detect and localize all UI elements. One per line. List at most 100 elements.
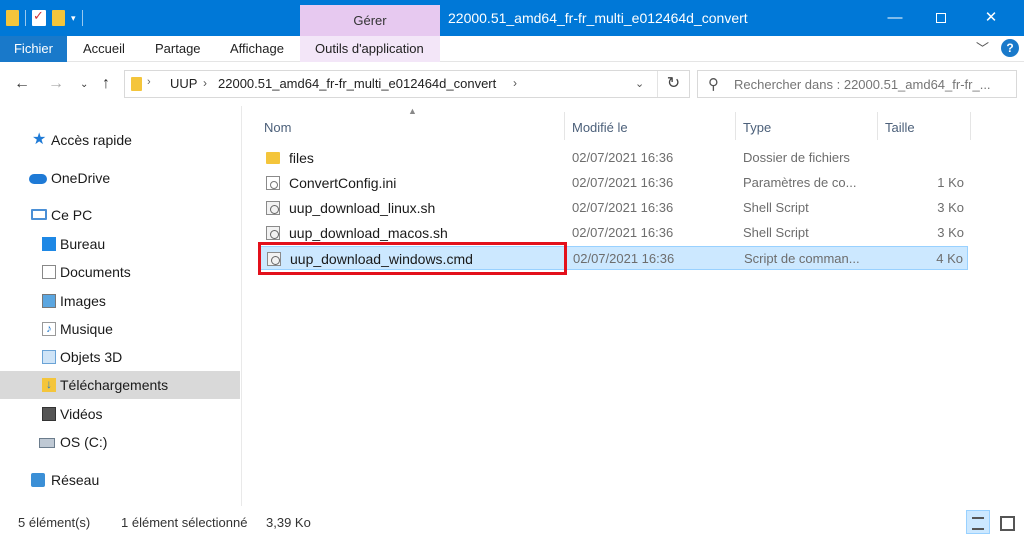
column-divider[interactable]	[877, 112, 878, 140]
column-divider[interactable]	[970, 112, 971, 140]
column-divider[interactable]	[564, 112, 565, 140]
sidebar-item-this-pc[interactable]: Ce PC	[0, 201, 240, 229]
videos-folder-icon	[42, 407, 56, 421]
expand-ribbon-chevron-icon[interactable]: ﹀	[976, 38, 989, 57]
navigation-bar: ← → ⌄ ↑ › UUP › 22000.51_amd64_fr-fr_mul…	[0, 62, 1024, 106]
properties-icon[interactable]	[32, 8, 46, 26]
forward-arrow-icon[interactable]: →	[48, 74, 64, 94]
sidebar-item-desktop[interactable]: Bureau	[0, 230, 240, 258]
sidebar-item-pictures[interactable]: Images	[0, 287, 240, 315]
tab-application-tools[interactable]: Outils d'application	[315, 36, 424, 62]
column-header-size[interactable]: Taille	[885, 116, 915, 140]
file-row[interactable]: ConvertConfig.ini 02/07/2021 16:36 Param…	[258, 171, 968, 195]
sidebar-item-label: Téléchargements	[60, 377, 169, 393]
column-header-type[interactable]: Type	[743, 116, 771, 140]
toolbar-separator	[81, 10, 83, 26]
back-arrow-icon[interactable]: ←	[14, 74, 30, 94]
column-header-name[interactable]: Nom	[264, 116, 291, 140]
sidebar-item-documents[interactable]: Documents	[0, 258, 240, 286]
address-history-chevron-down-icon[interactable]: ⌄	[635, 77, 644, 90]
3d-objects-folder-icon	[42, 350, 56, 364]
column-divider[interactable]	[735, 112, 736, 140]
tab-share[interactable]: Partage	[155, 36, 201, 62]
annotation-highlight-box	[258, 242, 567, 275]
file-date: 02/07/2021 16:36	[572, 150, 674, 165]
sidebar-item-label: Images	[60, 293, 106, 309]
file-date: 02/07/2021 16:36	[572, 225, 674, 240]
search-box[interactable]: ⚲	[697, 70, 1017, 98]
drive-icon	[39, 438, 55, 448]
sidebar-item-music[interactable]: ♪ Musique	[0, 315, 240, 343]
sidebar-item-os-drive[interactable]: OS (C:)	[0, 428, 240, 456]
status-selection: 1 élément sélectionné	[121, 515, 248, 530]
file-type: Paramètres de co...	[743, 175, 857, 190]
file-date: 02/07/2021 16:36	[573, 251, 675, 266]
file-row[interactable]: files 02/07/2021 16:36 Dossier de fichie…	[258, 146, 968, 170]
context-tab-manage[interactable]: Gérer	[300, 5, 440, 36]
sidebar-item-downloads[interactable]: ↓ Téléchargements	[0, 371, 240, 399]
sidebar-item-3d-objects[interactable]: Objets 3D	[0, 343, 240, 371]
recent-locations-chevron-icon[interactable]: ⌄	[80, 75, 88, 95]
sidebar-item-label: Documents	[60, 264, 131, 280]
file-name: uup_download_linux.sh	[289, 200, 436, 216]
breadcrumb-uup[interactable]: UUP	[170, 76, 197, 91]
new-folder-icon[interactable]	[52, 10, 65, 26]
chevron-right-icon[interactable]: ›	[203, 76, 207, 90]
file-row[interactable]: uup_download_linux.sh 02/07/2021 16:36 S…	[258, 196, 968, 220]
downloads-folder-icon: ↓	[42, 378, 56, 392]
title-bar: ▾ Gérer 22000.51_amd64_fr-fr_multi_e0124…	[0, 0, 1024, 36]
cloud-icon	[29, 174, 47, 184]
minimize-button[interactable]: —	[872, 0, 918, 36]
sidebar-item-label: Bureau	[60, 236, 106, 252]
script-file-icon	[266, 201, 280, 215]
up-arrow-icon[interactable]: ↑	[102, 74, 110, 94]
chevron-right-icon[interactable]: ›	[147, 76, 151, 88]
maximize-button[interactable]	[918, 0, 964, 36]
sidebar-item-label: Objets 3D	[60, 349, 123, 365]
network-icon	[31, 473, 45, 487]
breadcrumb-current-folder[interactable]: 22000.51_amd64_fr-fr_multi_e012464d_conv…	[218, 76, 496, 91]
tab-file[interactable]: Fichier	[0, 36, 67, 62]
star-icon: ★	[32, 131, 47, 148]
folder-icon	[6, 10, 19, 26]
sidebar-item-label: Ce PC	[51, 207, 93, 223]
sidebar-item-quick-access[interactable]: ★ Accès rapide	[0, 126, 240, 154]
refresh-button[interactable]: ↻	[657, 71, 689, 97]
customize-toolbar-chevron-icon[interactable]: ▾	[71, 13, 76, 24]
tab-home[interactable]: Accueil	[83, 36, 125, 62]
navigation-pane: ★ Accès rapide OneDrive Ce PC Bureau Doc…	[0, 106, 242, 506]
file-size: 3 Ko	[937, 200, 964, 215]
toolbar-separator	[25, 10, 26, 26]
file-name: files	[289, 150, 314, 166]
help-icon[interactable]: ?	[1001, 39, 1019, 57]
chevron-right-icon[interactable]: ›	[513, 76, 517, 90]
tab-view[interactable]: Affichage	[230, 36, 284, 62]
folder-icon	[131, 77, 142, 91]
column-header-date[interactable]: Modifié le	[572, 116, 628, 140]
file-type: Dossier de fichiers	[743, 150, 850, 165]
details-view-icon[interactable]	[966, 510, 990, 534]
script-file-icon	[266, 226, 280, 240]
search-input[interactable]	[734, 74, 1010, 94]
desktop-folder-icon	[42, 237, 56, 251]
address-bar[interactable]: › UUP › 22000.51_amd64_fr-fr_multi_e0124…	[124, 70, 690, 98]
large-icons-view-icon[interactable]	[994, 510, 1018, 534]
pictures-folder-icon	[42, 294, 56, 308]
sidebar-item-label: Vidéos	[60, 406, 103, 422]
computer-icon	[31, 209, 47, 220]
file-size: 3 Ko	[937, 225, 964, 240]
status-bar: 5 élément(s) 1 élément sélectionné 3,39 …	[0, 506, 1024, 537]
sidebar-item-label: Musique	[60, 321, 113, 337]
file-date: 02/07/2021 16:36	[572, 175, 674, 190]
sidebar-item-label: Réseau	[51, 472, 100, 488]
sidebar-item-videos[interactable]: Vidéos	[0, 400, 240, 428]
sidebar-item-network[interactable]: Réseau	[0, 466, 240, 494]
maximize-icon	[936, 13, 946, 24]
window-title: 22000.51_amd64_fr-fr_multi_e012464d_conv…	[448, 10, 748, 26]
sidebar-item-onedrive[interactable]: OneDrive	[0, 164, 240, 192]
sort-ascending-icon: ▲	[408, 106, 417, 116]
file-type: Script de comman...	[744, 251, 860, 266]
close-button[interactable]: ✕	[968, 0, 1014, 36]
ribbon-tabs: Fichier Accueil Partage Affichage Outils…	[0, 36, 1024, 62]
status-item-count: 5 élément(s)	[18, 515, 91, 530]
